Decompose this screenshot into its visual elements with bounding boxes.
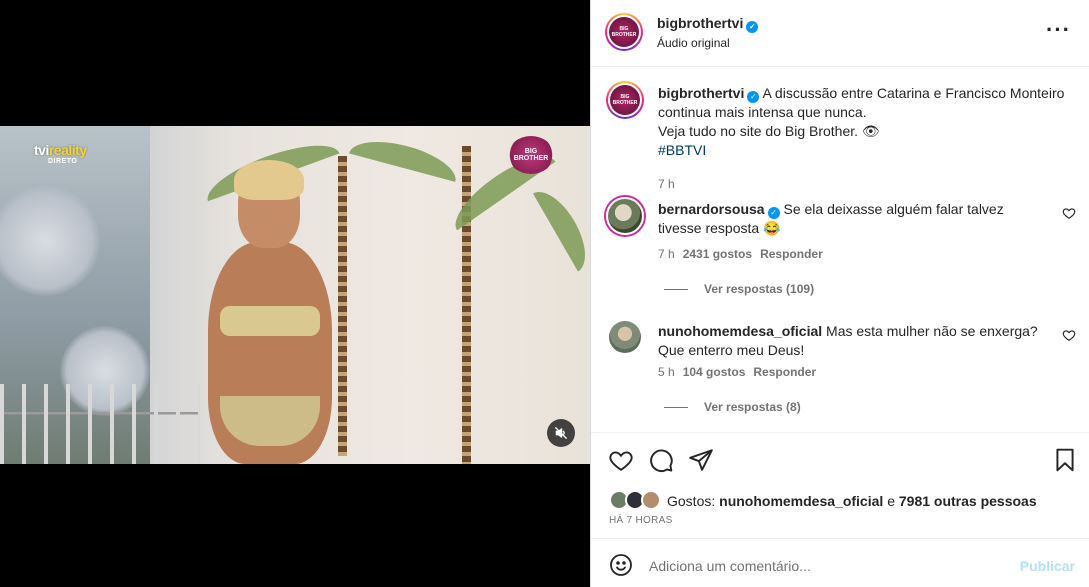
live-label: DIRETO	[48, 158, 78, 165]
more-horizontal-icon[interactable]: ···	[1046, 19, 1071, 41]
hashtag-link[interactable]: #BBTVI	[658, 142, 706, 158]
commenter-avatar[interactable]	[609, 321, 641, 353]
post-actions	[591, 433, 1089, 485]
comment-input[interactable]: Adiciona um comentário...	[649, 558, 811, 574]
commenter-avatar[interactable]	[606, 197, 644, 235]
reply-button[interactable]: Responder	[753, 365, 816, 379]
tvi-reality-logo: tvireality	[34, 142, 87, 158]
likes-text: Gostos: nunohomemdesa_oficial e 7981 out…	[667, 493, 1037, 509]
comment-likes[interactable]: 2431 gostos	[683, 247, 752, 261]
comment-text: nunohomemdesa_oficial Mas esta mulher nã…	[658, 322, 1043, 360]
post-side-panel: BIG BROTHER bigbrothertvi ✓ Áudio origina…	[590, 0, 1089, 587]
first-liker-username[interactable]: nunohomemdesa_oficial	[719, 493, 883, 509]
speaker-muted-icon	[555, 427, 567, 439]
media-viewer: tvireality DIRETO BIG BROTHER	[0, 0, 590, 587]
big-brother-logo: BIG BROTHER	[508, 136, 554, 174]
share-paper-plane-icon[interactable]	[688, 447, 714, 473]
comment-time[interactable]: 5 h	[658, 365, 675, 379]
author-username[interactable]: bigbrothertvi ✓	[657, 15, 759, 33]
view-replies-button[interactable]: Ver respostas (109)	[664, 282, 814, 296]
comment-likes[interactable]: 104 gostos	[683, 365, 746, 379]
post-header: BIG BROTHER bigbrothertvi ✓ Áudio origina…	[591, 0, 1089, 67]
caption-author-avatar[interactable]: BIG BROTHER	[606, 81, 644, 119]
publish-button[interactable]: Publicar	[1020, 558, 1075, 574]
comments-list[interactable]: BIG BROTHER bigbrothertvi ✓ A discussão e…	[591, 67, 1089, 433]
comment-meta: 7 h 2431 gostos Responder	[658, 247, 823, 261]
commenter-username[interactable]: nunohomemdesa_oficial	[658, 323, 822, 339]
heart-icon[interactable]	[1062, 206, 1076, 220]
reply-button[interactable]: Responder	[760, 247, 823, 261]
caption-time[interactable]: 7 h	[658, 177, 675, 191]
save-bookmark-icon[interactable]	[1052, 447, 1078, 473]
likes-summary: Gostos: nunohomemdesa_oficial e 7981 out…	[591, 485, 1089, 539]
likers-avatars[interactable]	[609, 490, 665, 510]
author-avatar[interactable]: BIG BROTHER	[605, 13, 643, 51]
comment-bubble-icon[interactable]	[648, 447, 674, 473]
view-replies-button[interactable]: Ver respostas (8)	[664, 400, 801, 414]
comment-time[interactable]: 7 h	[658, 247, 675, 261]
video-scene-leaf	[532, 182, 590, 272]
emoji-icon[interactable]	[609, 553, 633, 577]
commenter-username[interactable]: bernardorsousa	[658, 201, 765, 217]
post-timestamp[interactable]: HÁ 7 HORAS	[609, 515, 673, 526]
video-scene-railing	[0, 384, 200, 464]
video-scene-palm	[462, 146, 471, 464]
heart-icon[interactable]	[1062, 328, 1076, 342]
video-player[interactable]: tvireality DIRETO BIG BROTHER	[0, 126, 590, 464]
add-comment-bar: Adiciona um comentário... Publicar	[591, 540, 1089, 587]
replies-divider	[664, 406, 688, 408]
mute-button[interactable]	[547, 419, 575, 447]
verified-badge-icon: ✓	[767, 207, 780, 219]
audio-label[interactable]: Áudio original	[657, 36, 730, 50]
replies-divider	[664, 288, 688, 290]
caption-text: bigbrothertvi ✓ A discussão entre Catarin…	[658, 84, 1078, 160]
like-heart-icon[interactable]	[608, 447, 634, 473]
verified-badge-icon: ✓	[746, 21, 759, 33]
verified-badge-icon: ✓	[747, 91, 760, 103]
comment-meta: 5 h 104 gostos Responder	[658, 365, 816, 379]
video-scene-person	[190, 160, 350, 464]
caption-line-2: Veja tudo no site do Big Brother. 👁	[658, 123, 880, 139]
comment-text: bernardorsousa ✓ Se ela deixasse alguém f…	[658, 200, 1043, 238]
others-liked-link[interactable]: 7981 outras pessoas	[899, 493, 1037, 509]
video-scene-leaf	[349, 132, 461, 182]
caption-username[interactable]: bigbrothertvi	[658, 85, 744, 101]
